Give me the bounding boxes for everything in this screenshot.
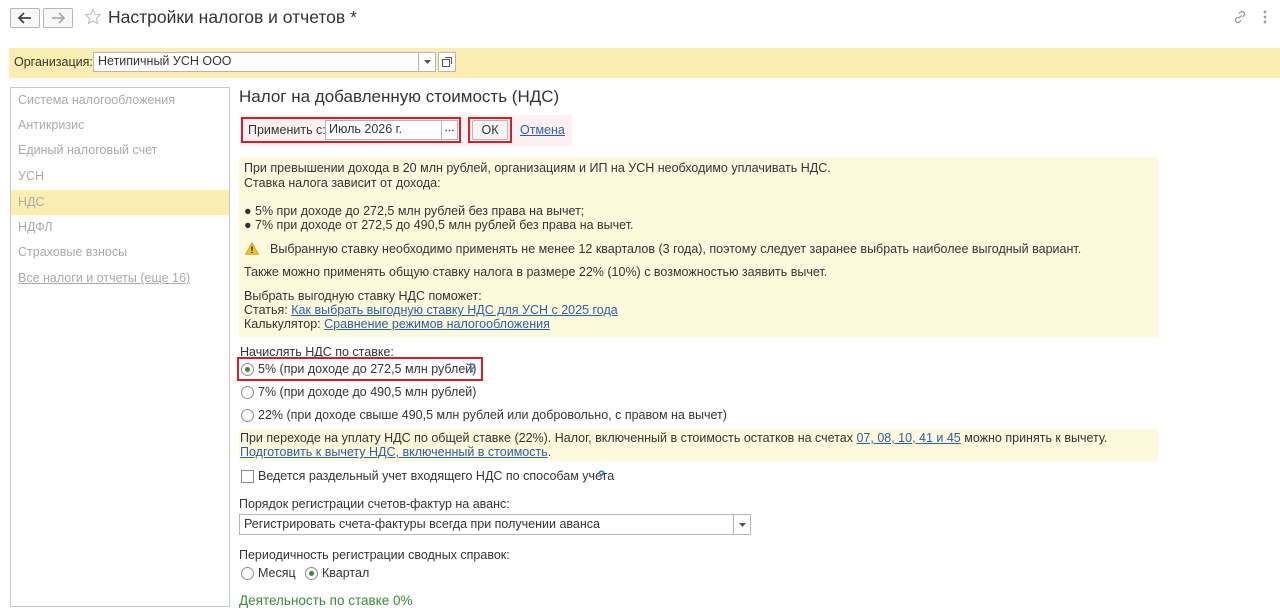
info-calc-link[interactable]: Сравнение режимов налогообложения bbox=[324, 317, 550, 331]
info-bullet-2: ● 7% при доходе от 272,5 до 490,5 млн ру… bbox=[244, 218, 634, 232]
sidebar-item-nds[interactable]: НДС bbox=[11, 190, 229, 215]
page-title: Налог на добавленную стоимость (НДС) bbox=[239, 87, 560, 106]
transition-text-after: можно принять к вычету. bbox=[964, 431, 1108, 445]
warning-icon bbox=[245, 241, 259, 258]
period-month-radio[interactable] bbox=[241, 567, 254, 580]
organization-open-button[interactable] bbox=[438, 52, 456, 72]
info-line-1: При превышении дохода в 20 млн рублей, о… bbox=[244, 161, 831, 175]
info-article-link[interactable]: Как выбрать выгодную ставку НДС для УСН … bbox=[291, 303, 617, 317]
transition-text-before: При переходе на уплату НДС по общей став… bbox=[240, 431, 853, 445]
transition-line-1: При переходе на уплату НДС по общей став… bbox=[240, 431, 1107, 445]
sidebar-item-usn[interactable]: УСН bbox=[11, 164, 229, 189]
organization-dropdown-button[interactable] bbox=[419, 52, 436, 72]
sidebar-item-insurance[interactable]: Страховые взносы bbox=[11, 240, 229, 265]
open-window-icon bbox=[442, 57, 452, 67]
organization-field[interactable]: Нетипичный УСН ООО bbox=[93, 52, 419, 72]
transition-dot: . bbox=[547, 445, 552, 459]
info-warning: Выбранную ставку необходимо применять не… bbox=[270, 242, 1082, 256]
rate-7-label[interactable]: 7% (при доходе до 490,5 млн рублей) bbox=[258, 385, 476, 399]
chevron-down-icon bbox=[423, 60, 431, 64]
chevron-down-icon bbox=[738, 522, 746, 527]
rate-help-icon[interactable]: ? bbox=[469, 363, 476, 375]
rate-5-radio[interactable] bbox=[241, 363, 254, 376]
ok-button[interactable]: ОК bbox=[472, 120, 508, 140]
separate-accounting-label[interactable]: Ведется раздельный учет входящего НДС по… bbox=[258, 469, 614, 483]
apply-date-field[interactable]: Июль 2026 г. bbox=[325, 120, 442, 140]
sidebar-item-all-taxes[interactable]: Все налоги и отчеты (еще 16) bbox=[11, 266, 229, 291]
info-general-rate: Также можно применять общую ставку налог… bbox=[244, 265, 828, 279]
invoice-order-dropdown-button[interactable] bbox=[734, 514, 751, 535]
favorite-star-icon[interactable] bbox=[84, 8, 102, 29]
more-menu-icon[interactable] bbox=[1262, 9, 1268, 28]
sidebar: Система налогообложения Антикризис Едины… bbox=[10, 87, 230, 607]
info-calc-label: Калькулятор: bbox=[244, 317, 321, 331]
separate-accounting-checkbox[interactable] bbox=[241, 470, 254, 483]
organization-label: Организация: bbox=[14, 55, 93, 69]
link-icon[interactable] bbox=[1232, 9, 1248, 28]
separate-help-icon[interactable]: ? bbox=[598, 470, 605, 482]
sidebar-item-tax-system[interactable]: Система налогообложения bbox=[11, 88, 229, 113]
invoice-order-label: Порядок регистрации счетов-фактур на ава… bbox=[239, 497, 510, 511]
rate-22-radio[interactable] bbox=[241, 409, 254, 422]
info-article-label: Статья: bbox=[244, 303, 288, 317]
period-quarter-label[interactable]: Квартал bbox=[322, 566, 369, 580]
rate-5-label[interactable]: 5% (при доходе до 272,5 млн рублей) bbox=[258, 362, 476, 376]
arrow-left-icon bbox=[18, 12, 31, 24]
sidebar-item-ndfl[interactable]: НДФЛ bbox=[11, 215, 229, 240]
transition-prepare-link[interactable]: Подготовить к вычету НДС, включенный в с… bbox=[240, 445, 548, 459]
invoice-order-select[interactable]: Регистрировать счета-фактуры всегда при … bbox=[239, 514, 734, 535]
apply-date-select-button[interactable] bbox=[442, 120, 458, 140]
info-bullet-1: ● 5% при доходе до 272,5 млн рублей без … bbox=[244, 204, 585, 218]
transition-line-2: Подготовить к вычету НДС, включенный в с… bbox=[240, 445, 551, 459]
back-button[interactable] bbox=[10, 8, 40, 28]
info-line-2: Ставка налога зависит от дохода: bbox=[244, 176, 441, 190]
cancel-link[interactable]: Отмена bbox=[520, 123, 565, 137]
info-article-row: Статья: Как выбрать выгодную ставку НДС … bbox=[244, 303, 618, 317]
forward-button[interactable] bbox=[43, 8, 73, 28]
info-help-intro: Выбрать выгодную ставку НДС поможет: bbox=[244, 289, 482, 303]
arrow-right-icon bbox=[52, 12, 65, 24]
transition-accounts-link[interactable]: 07, 08, 10, 41 и 45 bbox=[856, 431, 960, 445]
apply-label: Применить с: bbox=[248, 123, 326, 137]
ellipsis-icon bbox=[445, 129, 454, 131]
period-quarter-radio[interactable] bbox=[305, 567, 318, 580]
rate-22-label[interactable]: 22% (при доходе свыше 490,5 млн рублей и… bbox=[258, 408, 727, 422]
info-calc-row: Калькулятор: Сравнение режимов налогообл… bbox=[244, 317, 550, 331]
sidebar-item-anticrisis[interactable]: Антикризис bbox=[11, 113, 229, 138]
periodicity-label: Периодичность регистрации сводных справо… bbox=[239, 548, 510, 562]
period-month-label[interactable]: Месяц bbox=[258, 566, 296, 580]
rate-7-radio[interactable] bbox=[241, 386, 254, 399]
sidebar-item-single-tax-account[interactable]: Единый налоговый счет bbox=[11, 138, 229, 163]
window-title: Настройки налогов и отчетов * bbox=[108, 7, 357, 27]
